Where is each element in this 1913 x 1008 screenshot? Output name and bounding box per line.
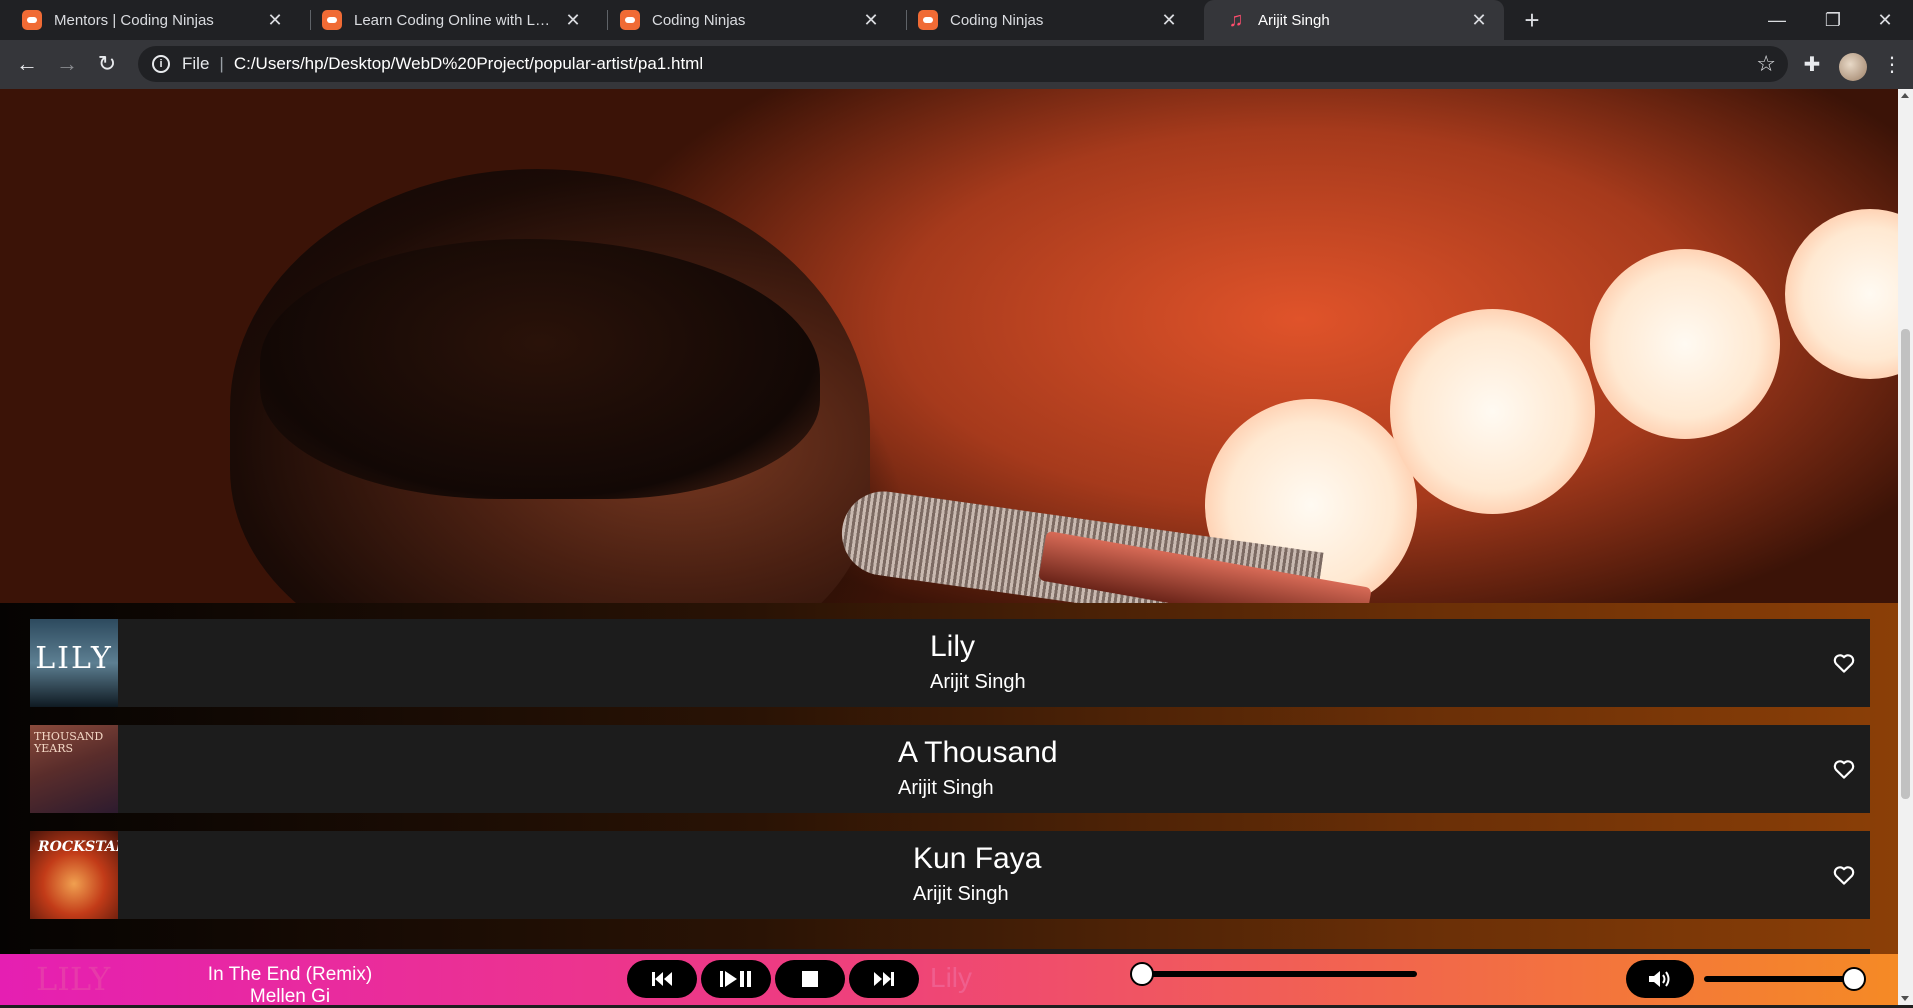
tab-title: Arijit Singh bbox=[1258, 11, 1330, 29]
song-list: LILY Lily Arijit Singh THOUSAND YEARS A … bbox=[0, 603, 1898, 1005]
volume-slider-thumb[interactable] bbox=[1842, 967, 1866, 991]
bokeh-light bbox=[1785, 209, 1898, 379]
tab-mentors[interactable]: Mentors | Coding Ninjas ✕ bbox=[0, 0, 300, 40]
url-scheme: File bbox=[182, 54, 210, 73]
album-cover: ROCKSTAR bbox=[30, 831, 118, 919]
stop-icon bbox=[802, 971, 818, 987]
url-text[interactable]: C:/Users/hp/Desktop/WebD%20Project/popul… bbox=[234, 54, 703, 74]
close-icon[interactable]: ✕ bbox=[1468, 9, 1490, 31]
close-icon[interactable]: ✕ bbox=[860, 9, 882, 31]
volume-slider[interactable] bbox=[1704, 967, 1866, 991]
song-row-kun-faya[interactable]: ROCKSTAR Kun Faya Arijit Singh bbox=[30, 831, 1870, 919]
tab-title: Learn Coding Online with Live 1:1 bbox=[354, 11, 552, 29]
scroll-up-icon[interactable] bbox=[1901, 93, 1909, 98]
coding-ninjas-icon bbox=[22, 10, 42, 30]
play-pause-icon bbox=[720, 971, 751, 987]
seek-slider[interactable] bbox=[1130, 962, 1417, 986]
browser-tab-strip: Mentors | Coding Ninjas ✕ Learn Coding O… bbox=[0, 0, 1913, 40]
song-info: A Thousand Arijit Singh bbox=[898, 733, 1058, 803]
tab-title: Coding Ninjas bbox=[652, 11, 746, 29]
cover-text: THOUSAND YEARS bbox=[34, 730, 104, 755]
now-playing-cover: LILY bbox=[36, 960, 111, 998]
next-button[interactable] bbox=[849, 960, 919, 998]
info-icon[interactable]: i bbox=[152, 55, 170, 73]
scrollbar-thumb[interactable] bbox=[1901, 329, 1910, 799]
speaker-icon bbox=[1649, 971, 1670, 987]
heart-icon[interactable] bbox=[1828, 647, 1860, 679]
tab-arijit-singh[interactable]: ♫ Arijit Singh ✕ bbox=[1204, 0, 1504, 40]
volume-button[interactable] bbox=[1626, 960, 1694, 998]
profile-avatar[interactable] bbox=[1839, 53, 1867, 81]
tab-title: Mentors | Coding Ninjas bbox=[54, 11, 214, 29]
song-title: A Thousand bbox=[898, 736, 1058, 769]
page-viewport: LILY Lily Arijit Singh THOUSAND YEARS A … bbox=[0, 89, 1898, 1005]
song-artist: Arijit Singh bbox=[930, 671, 1026, 693]
song-artist: Arijit Singh bbox=[913, 883, 1009, 905]
coding-ninjas-icon bbox=[620, 10, 640, 30]
song-title: Lily bbox=[930, 630, 976, 663]
minimize-icon[interactable]: — bbox=[1749, 0, 1805, 40]
seek-slider-thumb[interactable] bbox=[1130, 962, 1154, 986]
bookmark-star-icon[interactable]: ☆ bbox=[1756, 51, 1776, 77]
reload-icon[interactable]: ↻ bbox=[91, 48, 123, 80]
song-info: Lily Arijit Singh bbox=[930, 627, 1026, 697]
song-row-lily[interactable]: LILY Lily Arijit Singh bbox=[30, 619, 1870, 707]
song-info: Kun Faya Arijit Singh bbox=[913, 839, 1041, 909]
music-player-bar: LILY In The End (Remix) Mellen Gi Lily bbox=[0, 954, 1898, 1007]
close-icon[interactable]: ✕ bbox=[562, 9, 584, 31]
song-title: Kun Faya bbox=[913, 842, 1042, 875]
previous-button[interactable] bbox=[627, 960, 697, 998]
cover-text: LILY bbox=[35, 641, 113, 676]
forward-icon[interactable]: → bbox=[51, 48, 83, 80]
artist-banner-image bbox=[0, 89, 1898, 603]
window-close-icon[interactable]: ✕ bbox=[1857, 0, 1913, 40]
song-row-a-thousand[interactable]: THOUSAND YEARS A Thousand Arijit Singh bbox=[30, 725, 1870, 813]
stop-button[interactable] bbox=[775, 960, 845, 998]
music-note-icon: ♫ bbox=[1228, 8, 1244, 31]
heart-icon[interactable] bbox=[1828, 753, 1860, 785]
coding-ninjas-icon bbox=[918, 10, 938, 30]
extensions-icon[interactable]: ✚ bbox=[1796, 48, 1828, 80]
album-cover: LILY bbox=[30, 619, 118, 707]
restore-icon[interactable]: ❐ bbox=[1805, 0, 1861, 40]
close-icon[interactable]: ✕ bbox=[1158, 9, 1180, 31]
play-pause-button[interactable] bbox=[701, 960, 771, 998]
cover-text: ROCKSTAR bbox=[38, 839, 118, 855]
back-icon[interactable]: ← bbox=[11, 48, 43, 80]
heart-icon[interactable] bbox=[1828, 859, 1860, 891]
menu-icon[interactable]: ⋮ bbox=[1876, 48, 1908, 80]
scroll-down-icon[interactable] bbox=[1901, 996, 1909, 1001]
tab-title: Coding Ninjas bbox=[950, 11, 1044, 29]
previous-icon bbox=[652, 972, 672, 986]
browser-toolbar: ← → ↻ i File | C:/Users/hp/Desktop/WebD%… bbox=[0, 40, 1913, 89]
bokeh-light bbox=[1390, 309, 1595, 514]
url-divider: | bbox=[219, 54, 224, 73]
page-scrollbar[interactable] bbox=[1898, 89, 1913, 1005]
address-bar[interactable]: i File | C:/Users/hp/Desktop/WebD%20Proj… bbox=[138, 46, 1788, 82]
song-artist: Arijit Singh bbox=[898, 777, 994, 799]
album-cover: THOUSAND YEARS bbox=[30, 725, 118, 813]
tab-learn-coding[interactable]: Learn Coding Online with Live 1:1 ✕ bbox=[300, 0, 598, 40]
new-tab-button[interactable]: + bbox=[1516, 4, 1548, 36]
ghost-song-title: Lily bbox=[930, 962, 973, 993]
next-icon bbox=[874, 972, 894, 986]
tab-coding-ninjas-2[interactable]: Coding Ninjas ✕ bbox=[896, 0, 1194, 40]
tab-coding-ninjas[interactable]: Coding Ninjas ✕ bbox=[598, 0, 896, 40]
coding-ninjas-icon bbox=[322, 10, 342, 30]
now-playing-title: In The End (Remix) bbox=[207, 964, 373, 985]
bokeh-light bbox=[1590, 249, 1780, 439]
close-icon[interactable]: ✕ bbox=[264, 9, 286, 31]
